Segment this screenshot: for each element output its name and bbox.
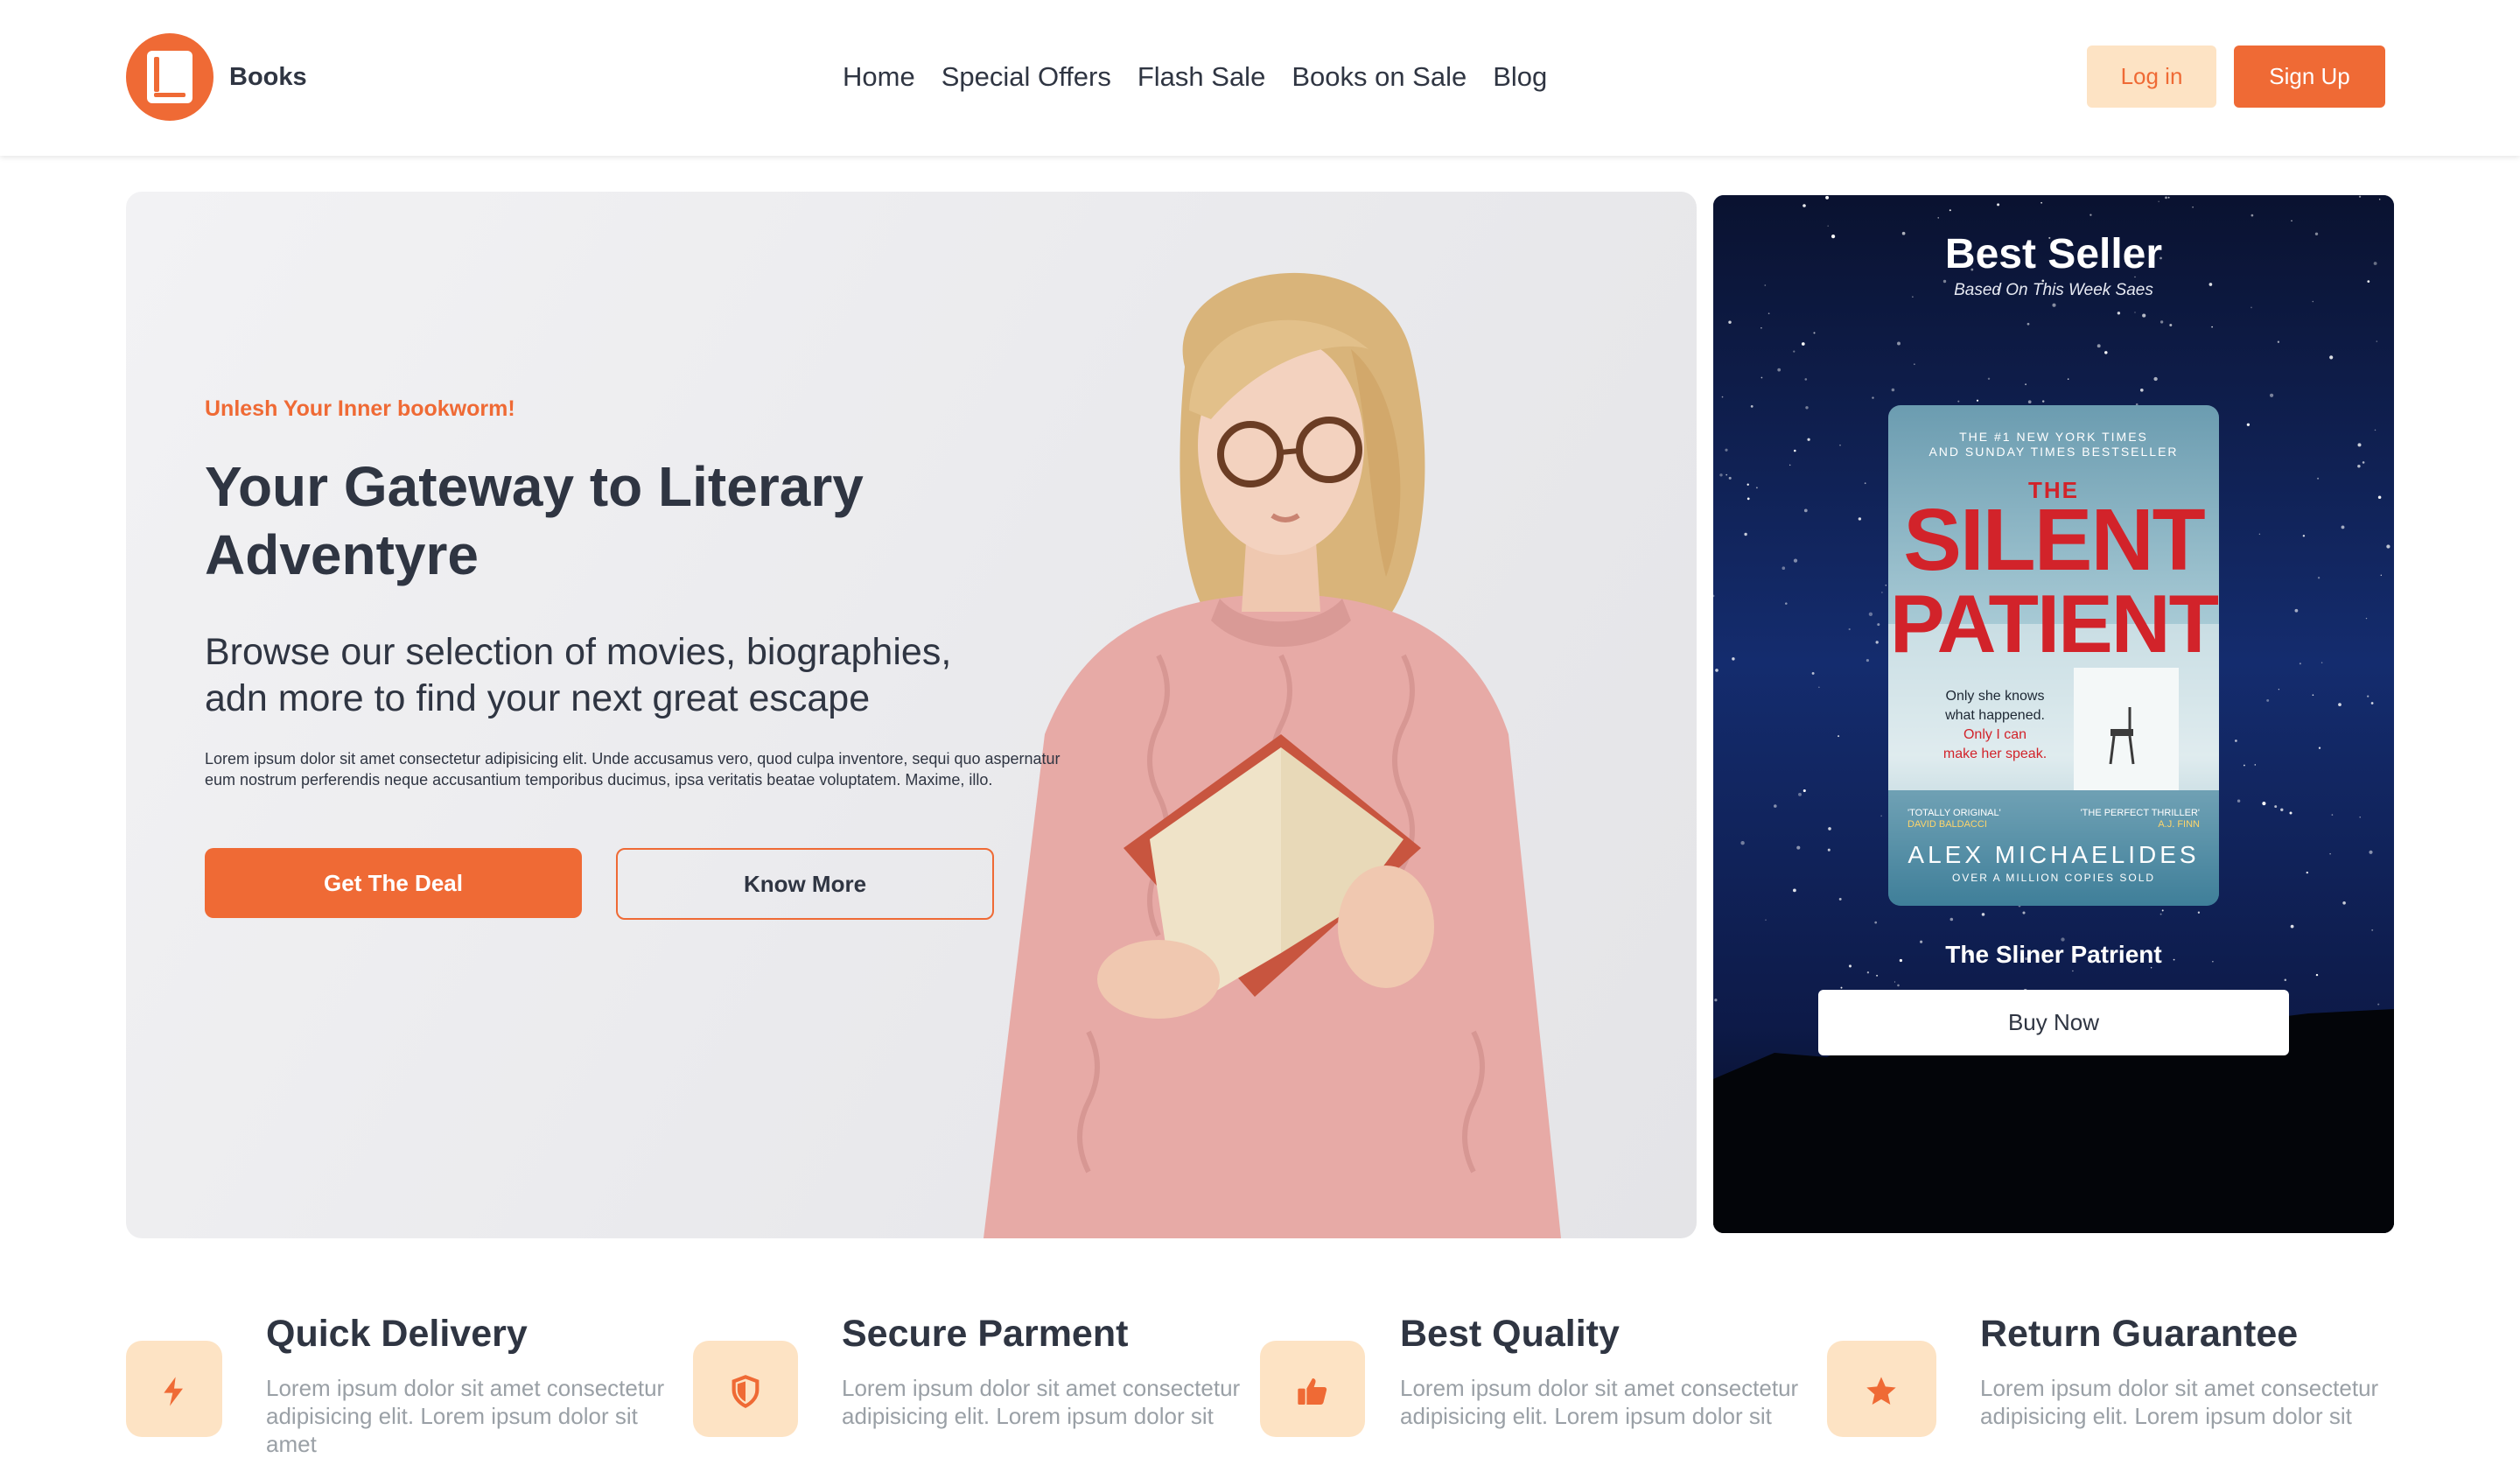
feature-return-guarantee: Return Guarantee Lorem ipsum dolor sit a…	[1827, 1295, 2378, 1437]
feature-secure-payment: Secure Parment Lorem ipsum dolor sit ame…	[693, 1295, 1240, 1437]
main-nav: Home Special Offers Flash Sale Books on …	[843, 58, 1547, 96]
hero-banner: Unlesh Your Inner bookworm! Your Gateway…	[126, 192, 1697, 1238]
best-seller-card: Best Seller Based On This Week Saes THE …	[1713, 195, 2394, 1233]
feature-description: Lorem ipsum dolor sit amet consectetur a…	[1980, 1375, 2379, 1429]
thumbs-up-icon	[1260, 1341, 1365, 1437]
nav-item-home[interactable]: Home	[843, 58, 915, 96]
cover-quotes: 'TOTALLY ORIGINAL' DAVID BALDACCI 'THE P…	[1908, 808, 2200, 830]
book-logo-icon[interactable]	[126, 33, 214, 121]
hero-subtitle: Browse our selection of movies, biograph…	[205, 631, 952, 719]
buy-now-button[interactable]: Buy Now	[1818, 990, 2289, 1055]
brand-name[interactable]: Books	[229, 60, 307, 95]
signup-button[interactable]: Sign Up	[2234, 46, 2385, 108]
cover-tagline: THE #1 NEW YORK TIMES AND SUNDAY TIMES B…	[1928, 430, 2179, 459]
feature-title: Secure Parment	[842, 1313, 1129, 1355]
feature-description: Lorem ipsum dolor sit amet consectetur a…	[842, 1375, 1241, 1429]
woman-reading-image	[984, 272, 1561, 1238]
hero-eyebrow: Unlesh Your Inner bookworm!	[205, 396, 515, 421]
feature-title: Best Quality	[1400, 1313, 1620, 1355]
feature-title: Quick Delivery	[266, 1313, 528, 1355]
feature-quick-delivery: Quick Delivery Lorem ipsum dolor sit ame…	[126, 1295, 668, 1457]
cover-sold: OVER A MILLION COPIES SOLD	[1951, 872, 2156, 884]
best-seller-book-name: The Sliner Patrient	[1945, 941, 2162, 968]
nav-item-blog[interactable]: Blog	[1493, 58, 1547, 96]
feature-description: Lorem ipsum dolor sit amet consectetur a…	[266, 1375, 665, 1457]
cover-title-patient: PATIENT	[1889, 578, 2219, 669]
hero-title: Your Gateway to Literary Adventyre	[205, 455, 864, 586]
shield-icon	[693, 1341, 798, 1437]
star-icon	[1827, 1341, 1936, 1437]
cover-blurb: Only she knows what happened. Only I can…	[1942, 689, 2048, 761]
feature-description: Lorem ipsum dolor sit amet consectetur a…	[1400, 1375, 1799, 1429]
nav-item-flash-sale[interactable]: Flash Sale	[1138, 58, 1265, 96]
login-button[interactable]: Log in	[2087, 46, 2216, 108]
site-header: Books Home Special Offers Flash Sale Boo…	[0, 0, 2520, 156]
get-the-deal-button[interactable]: Get The Deal	[205, 848, 582, 918]
feature-best-quality: Best Quality Lorem ipsum dolor sit amet …	[1260, 1295, 1802, 1437]
cover-title-silent: SILENT	[1903, 491, 2206, 589]
best-seller-title: Best Seller	[1944, 231, 2163, 277]
feature-title: Return Guarantee	[1980, 1313, 2299, 1355]
best-seller-caption: Based On This Week Saes	[1954, 281, 2153, 299]
know-more-button[interactable]: Know More	[616, 848, 994, 920]
nav-item-special-offers[interactable]: Special Offers	[942, 58, 1111, 96]
nav-item-books-on-sale[interactable]: Books on Sale	[1292, 58, 1466, 96]
hero-description: Lorem ipsum dolor sit amet consectetur a…	[205, 750, 1060, 789]
bolt-icon	[126, 1341, 222, 1437]
book-cover-image[interactable]: THE #1 NEW YORK TIMES AND SUNDAY TIMES B…	[1888, 405, 2219, 906]
cover-author: ALEX MICHAELIDES	[1908, 841, 2200, 868]
